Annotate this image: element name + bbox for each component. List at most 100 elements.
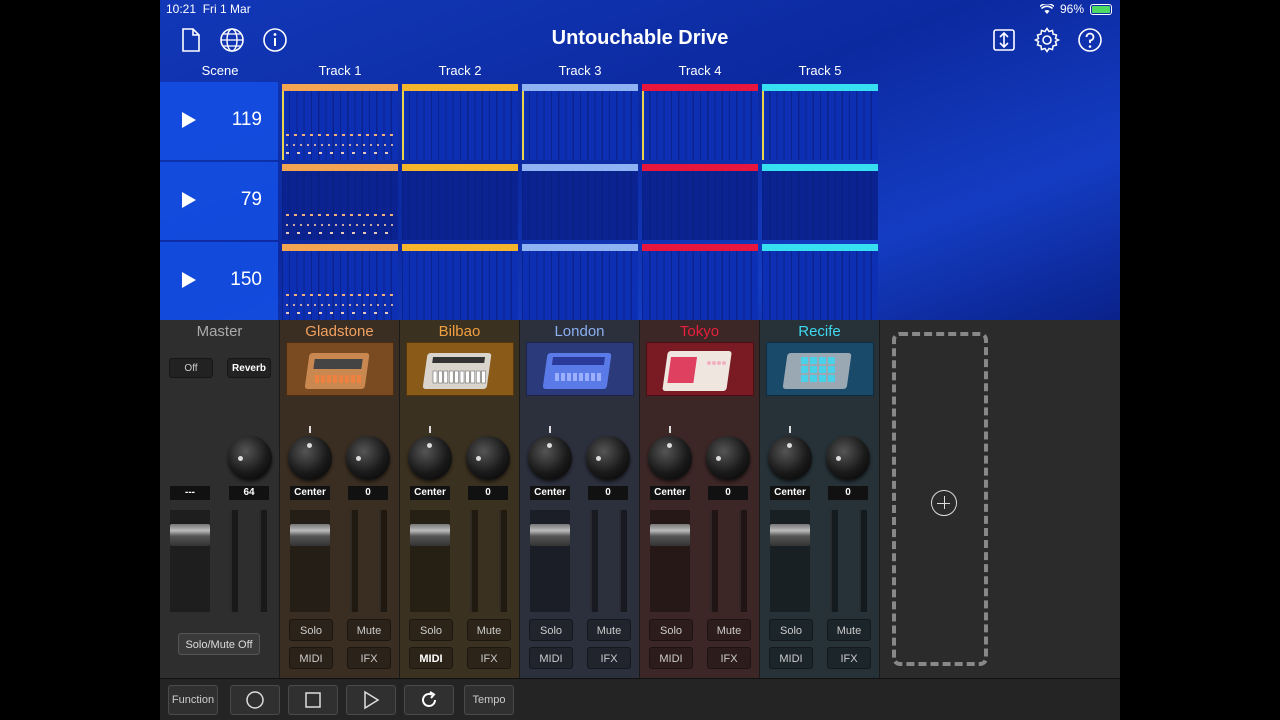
battery-percent: 96% xyxy=(1059,2,1084,16)
status-time: 10:21 xyxy=(166,2,197,16)
channel-name[interactable]: London xyxy=(520,323,639,340)
solo-button[interactable]: Solo xyxy=(649,619,693,641)
record-button[interactable] xyxy=(230,685,280,715)
pan-value: Center xyxy=(410,486,450,500)
track-header-3[interactable]: Track 3 xyxy=(522,63,638,78)
clip-r2-t3[interactable] xyxy=(522,164,638,240)
clip-r3-t2[interactable] xyxy=(402,244,518,320)
track-header-5[interactable]: Track 5 xyxy=(762,63,878,78)
solo-button[interactable]: Solo xyxy=(529,619,573,641)
resize-icon[interactable] xyxy=(990,26,1018,54)
volume-fader[interactable] xyxy=(290,524,330,546)
ifx-button[interactable]: IFX xyxy=(467,647,511,669)
clip-notes xyxy=(286,134,394,156)
pan-knob[interactable] xyxy=(768,436,812,480)
scene-launch-2[interactable]: 79 xyxy=(160,162,278,240)
mute-button[interactable]: Mute xyxy=(707,619,751,641)
solo-button[interactable]: Solo xyxy=(769,619,813,641)
solo-button[interactable]: Solo xyxy=(289,619,333,641)
ifx-button[interactable]: IFX xyxy=(707,647,751,669)
channel-name[interactable]: Tokyo xyxy=(640,323,759,340)
pan-knob[interactable] xyxy=(408,436,452,480)
clip-r2-t5[interactable] xyxy=(762,164,878,240)
help-icon[interactable] xyxy=(1076,26,1104,54)
volume-fader[interactable] xyxy=(410,524,450,546)
clip-r3-t5[interactable] xyxy=(762,244,878,320)
clip-color-bar xyxy=(522,164,638,171)
master-fader[interactable] xyxy=(170,524,210,546)
instrument-image xyxy=(662,351,732,391)
playhead xyxy=(762,91,764,160)
master-reverb-knob[interactable] xyxy=(228,436,272,480)
volume-fader[interactable] xyxy=(770,524,810,546)
master-reverb-button[interactable]: Reverb xyxy=(227,358,271,378)
pan-knob[interactable] xyxy=(648,436,692,480)
mute-button[interactable]: Mute xyxy=(467,619,511,641)
channel-name[interactable]: Bilbao xyxy=(400,323,519,340)
midi-button[interactable]: MIDI xyxy=(409,647,453,669)
midi-button[interactable]: MIDI xyxy=(529,647,573,669)
clip-r1-t3[interactable] xyxy=(522,84,638,160)
midi-button[interactable]: MIDI xyxy=(769,647,813,669)
title-bar: Untouchable Drive xyxy=(160,22,1120,58)
solo-button[interactable]: Solo xyxy=(409,619,453,641)
stop-button[interactable] xyxy=(288,685,338,715)
clip-r1-t4[interactable] xyxy=(642,84,758,160)
clip-r2-t4[interactable] xyxy=(642,164,758,240)
ifx-button[interactable]: IFX xyxy=(587,647,631,669)
meter-left xyxy=(470,510,478,612)
channel-name[interactable]: Recife xyxy=(760,323,879,340)
send-knob[interactable] xyxy=(346,436,390,480)
pan-value: Center xyxy=(290,486,330,500)
send-knob[interactable] xyxy=(706,436,750,480)
instrument-image xyxy=(542,353,612,389)
pan-value: Center xyxy=(530,486,570,500)
add-track-button[interactable] xyxy=(892,332,988,666)
play-button[interactable] xyxy=(346,685,396,715)
mute-button[interactable]: Mute xyxy=(587,619,631,641)
tempo-button[interactable]: Tempo xyxy=(464,685,514,715)
clip-color-bar xyxy=(522,84,638,91)
function-button[interactable]: Function xyxy=(168,685,218,715)
mute-button[interactable]: Mute xyxy=(827,619,871,641)
gear-icon[interactable] xyxy=(1033,26,1061,54)
pan-knob[interactable] xyxy=(288,436,332,480)
instrument-thumbnail[interactable] xyxy=(286,342,394,396)
instrument-thumbnail[interactable] xyxy=(766,342,874,396)
clip-r3-t3[interactable] xyxy=(522,244,638,320)
mute-button[interactable]: Mute xyxy=(347,619,391,641)
pan-knob[interactable] xyxy=(528,436,572,480)
ifx-button[interactable]: IFX xyxy=(347,647,391,669)
scene-launch-3[interactable]: 150 xyxy=(160,242,278,320)
clip-r1-t2[interactable] xyxy=(402,84,518,160)
instrument-thumbnail[interactable] xyxy=(526,342,634,396)
track-header-1[interactable]: Track 1 xyxy=(282,63,398,78)
channel-strip-bilbao: Bilbao Center 0 Solo Mute MIDI IFX xyxy=(400,320,520,678)
channel-name[interactable]: Gladstone xyxy=(280,323,399,340)
clip-r2-t2[interactable] xyxy=(402,164,518,240)
send-knob[interactable] xyxy=(586,436,630,480)
send-knob[interactable] xyxy=(826,436,870,480)
clip-r2-t1[interactable] xyxy=(282,164,398,240)
send-knob[interactable] xyxy=(466,436,510,480)
midi-button[interactable]: MIDI xyxy=(289,647,333,669)
status-bar: 10:21 Fri 1 Mar 96% xyxy=(160,0,1120,18)
volume-fader[interactable] xyxy=(530,524,570,546)
master-off-button[interactable]: Off xyxy=(169,358,213,378)
instrument-thumbnail[interactable] xyxy=(646,342,754,396)
clip-r3-t1[interactable] xyxy=(282,244,398,320)
track-header-2[interactable]: Track 2 xyxy=(402,63,518,78)
clip-r1-t5[interactable] xyxy=(762,84,878,160)
clip-r1-t1[interactable] xyxy=(282,84,398,160)
solo-mute-off-button[interactable]: Solo/Mute Off xyxy=(178,633,260,655)
midi-button[interactable]: MIDI xyxy=(649,647,693,669)
scene-launch-1[interactable]: 119 xyxy=(160,82,278,160)
instrument-image xyxy=(422,353,492,389)
instrument-thumbnail[interactable] xyxy=(406,342,514,396)
master-reverb-value: 64 xyxy=(229,486,269,500)
loop-button[interactable] xyxy=(404,685,454,715)
volume-fader[interactable] xyxy=(650,524,690,546)
track-header-4[interactable]: Track 4 xyxy=(642,63,758,78)
clip-r3-t4[interactable] xyxy=(642,244,758,320)
ifx-button[interactable]: IFX xyxy=(827,647,871,669)
